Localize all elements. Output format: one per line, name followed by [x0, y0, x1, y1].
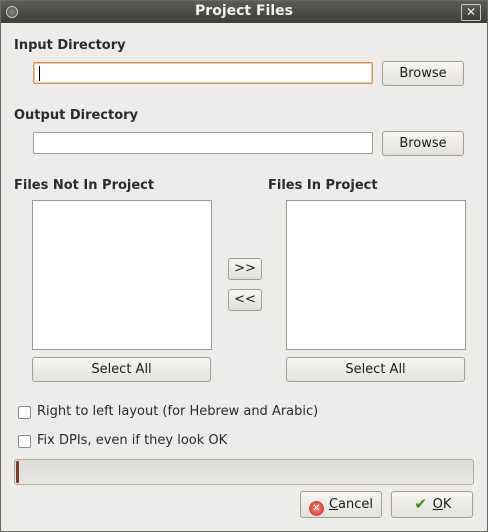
fix-dpi-checkbox[interactable] — [18, 435, 31, 448]
files-in-project-label: Files In Project — [268, 178, 378, 193]
ok-button[interactable]: ✔ OK — [391, 491, 473, 518]
files-in-project-list[interactable] — [286, 200, 466, 350]
select-all-left-button[interactable]: Select All — [32, 357, 211, 382]
output-browse-button[interactable]: Browse — [382, 131, 464, 156]
ok-accel: O — [432, 497, 443, 512]
add-to-project-button[interactable]: >> — [228, 258, 262, 280]
cancel-accel: C — [328, 497, 339, 512]
project-files-dialog: Project Files ✕ Input Directory Browse O… — [0, 0, 488, 532]
ok-checkmark-icon: ✔ — [414, 495, 427, 513]
fix-dpi-label[interactable]: Fix DPIs, even if they look OK — [37, 433, 227, 448]
files-not-in-project-list[interactable] — [32, 200, 212, 350]
progress-bar — [14, 459, 474, 485]
remove-from-project-button[interactable]: << — [228, 289, 262, 311]
title-bar[interactable]: Project Files ✕ — [1, 1, 487, 23]
cancel-button[interactable]: ✕ Cancel — [300, 491, 382, 518]
input-browse-button[interactable]: Browse — [382, 61, 464, 86]
select-all-right-button[interactable]: Select All — [286, 357, 465, 382]
cancel-icon: ✕ — [308, 501, 324, 516]
ok-label: K — [442, 497, 452, 512]
files-not-in-project-label: Files Not In Project — [14, 178, 155, 193]
rtl-layout-label[interactable]: Right to left layout (for Hebrew and Ara… — [37, 404, 318, 419]
rtl-layout-checkbox[interactable] — [18, 406, 31, 419]
output-directory-label: Output Directory — [14, 108, 139, 123]
close-button[interactable]: ✕ — [461, 4, 481, 21]
text-caret — [39, 66, 40, 81]
input-directory-field[interactable] — [33, 62, 373, 84]
output-directory-field[interactable] — [33, 132, 373, 154]
window-title: Project Files — [195, 3, 293, 19]
progress-fill — [16, 461, 19, 483]
input-directory-label: Input Directory — [14, 38, 126, 53]
cancel-label: ancel — [338, 497, 374, 512]
